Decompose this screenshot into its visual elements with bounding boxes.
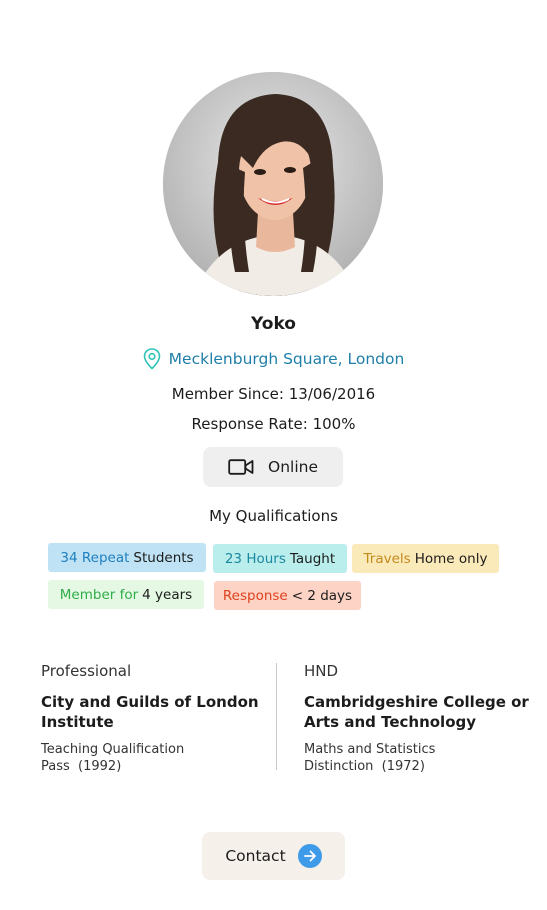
- arrow-right-icon: [297, 844, 322, 868]
- education-course: Teaching Qualification: [41, 742, 185, 757]
- online-label: Online: [268, 458, 318, 476]
- profile-name: Yoko: [251, 314, 296, 334]
- education-entry-hnd: HND Cambridgeshire College or Arts and T…: [304, 662, 534, 775]
- qualifications-title: My Qualifications: [209, 507, 338, 525]
- chip-highlight: Travels: [363, 550, 411, 567]
- education-result: Distinction (1972): [304, 759, 425, 774]
- member-since-value: 13/06/2016: [288, 385, 376, 403]
- response-rate-label: Response Rate:: [191, 415, 308, 433]
- education-level: Professional: [41, 662, 132, 680]
- chip-highlight: 34 Repeat: [60, 549, 130, 566]
- education-level: HND: [304, 662, 339, 680]
- chip-highlight: Response: [222, 587, 288, 604]
- chip-text: Students: [133, 549, 194, 566]
- education-entry-professional: Professional City and Guilds of London I…: [41, 662, 271, 775]
- profile-photo-illustration: [163, 72, 383, 296]
- chip-travels: Travels Home only: [352, 544, 499, 573]
- education-divider: [276, 663, 277, 770]
- contact-label: Contact: [225, 847, 286, 865]
- education-details: Teaching Qualification Pass (1992): [41, 741, 271, 775]
- chip-text: Taught: [289, 550, 336, 567]
- location-link[interactable]: Mecklenburgh Square, London: [0, 348, 547, 370]
- education-result: Pass (1992): [41, 759, 122, 774]
- chip-repeat-students: 34 Repeat Students: [48, 543, 206, 572]
- chip-member-for: Member for 4 years: [48, 580, 204, 609]
- chip-text: < 2 days: [291, 587, 353, 604]
- video-camera-icon: [228, 459, 254, 475]
- map-pin-icon: [143, 348, 160, 370]
- response-rate: Response Rate: 100%: [0, 415, 547, 433]
- online-button[interactable]: Online: [203, 447, 343, 487]
- profile-photo: [163, 72, 383, 296]
- chip-text: Home only: [414, 550, 488, 567]
- education-institution: Cambridgeshire College or Arts and Techn…: [304, 693, 529, 731]
- chip-text: 4 years: [142, 586, 193, 603]
- education-details: Maths and Statistics Distinction (1972): [304, 741, 534, 775]
- education-institution: City and Guilds of London Institute: [41, 693, 259, 731]
- chip-hours-taught: 23 Hours Taught: [213, 544, 347, 573]
- chip-highlight: Member for: [59, 586, 139, 603]
- member-since-label: Member Since:: [171, 385, 284, 403]
- contact-button[interactable]: Contact: [202, 832, 345, 880]
- education-course: Maths and Statistics: [304, 742, 436, 757]
- chip-response: Response < 2 days: [214, 581, 361, 610]
- response-rate-value: 100%: [312, 415, 356, 433]
- location-text[interactable]: Mecklenburgh Square, London: [169, 350, 405, 368]
- member-since: Member Since: 13/06/2016: [0, 385, 547, 403]
- chip-highlight: 23 Hours: [224, 550, 286, 567]
